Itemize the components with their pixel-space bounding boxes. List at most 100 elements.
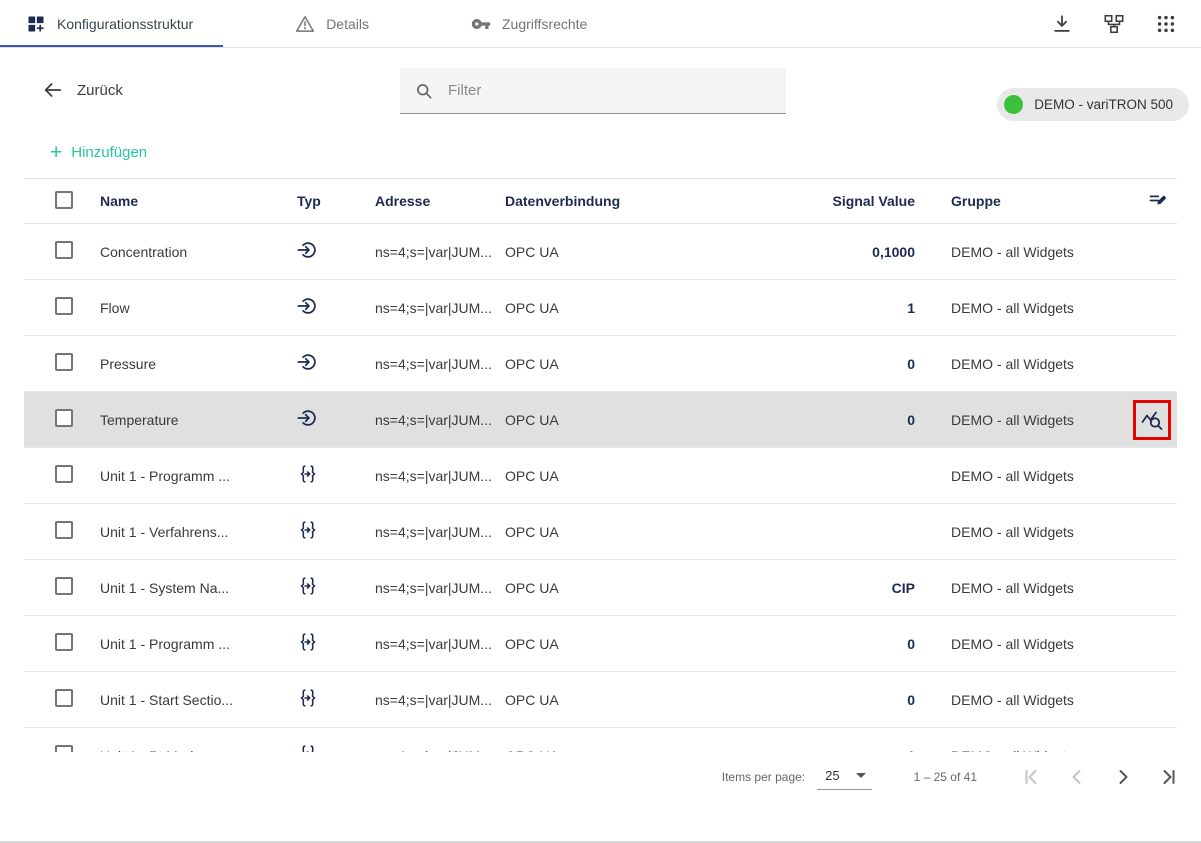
row-checkbox[interactable] [55, 297, 73, 315]
table-row[interactable]: Concentration ns=4;s=|var|JUM... OPC UA … [24, 224, 1177, 280]
signal-analysis-icon[interactable] [1140, 408, 1164, 432]
widgets-icon [26, 14, 46, 34]
row-checkbox[interactable] [55, 745, 73, 752]
cell-gruppe: DEMO - all Widgets [915, 468, 1130, 484]
cell-name: Pressure [100, 356, 285, 372]
add-button[interactable]: + Hinzufügen [44, 143, 153, 162]
tab-details[interactable]: Details [269, 0, 399, 47]
header-gruppe: Gruppe [915, 193, 1130, 209]
cell-datenverbindung: OPC UA [505, 692, 790, 708]
cell-gruppe: DEMO - all Widgets [915, 524, 1130, 540]
signals-table: Name Typ Adresse Datenverbindung Signal … [24, 178, 1177, 752]
tab-label: Zugriffsrechte [502, 16, 587, 32]
select-all-checkbox[interactable] [55, 191, 73, 209]
search-icon [414, 81, 434, 101]
cell-gruppe: DEMO - all Widgets [915, 580, 1130, 596]
table-row[interactable]: Unit 1 - Verfahrens... ns=4;s=|var|JUM..… [24, 504, 1177, 560]
string-input-icon [297, 463, 319, 485]
row-checkbox[interactable] [55, 689, 73, 707]
row-checkbox[interactable] [55, 465, 73, 483]
back-button[interactable]: Zurück [36, 78, 129, 102]
table-row[interactable]: Unit 1 - Start Sectio... ns=4;s=|var|JUM… [24, 672, 1177, 728]
cell-name: Concentration [100, 244, 285, 260]
last-page-icon [1157, 765, 1181, 789]
device-badge[interactable]: DEMO - variTRON 500 [997, 88, 1189, 121]
cell-typ [285, 687, 375, 712]
cell-actions [1130, 400, 1177, 440]
filter-input[interactable] [446, 81, 772, 100]
tab-label: Konfigurationsstruktur [57, 16, 193, 32]
cell-gruppe: DEMO - all Widgets [915, 244, 1130, 260]
tab-zugriffsrechte[interactable]: Zugriffsrechte [445, 0, 617, 47]
cell-datenverbindung: OPC UA [505, 412, 790, 428]
tab-konfigurationsstruktur[interactable]: Konfigurationsstruktur [0, 0, 223, 47]
download-button[interactable] [1049, 11, 1075, 37]
cell-signal-value: CIP [790, 580, 915, 596]
cell-typ [285, 743, 375, 752]
topbar-actions [1049, 0, 1201, 47]
row-checkbox[interactable] [55, 577, 73, 595]
cell-name: Unit 1 - Programm ... [100, 468, 285, 484]
cell-adresse: ns=4;s=|var|JUM... [375, 412, 505, 428]
items-per-page-label: Items per page: [722, 770, 805, 784]
cell-typ [285, 631, 375, 656]
pagination-bar: Items per page: 25 1 – 25 of 41 [0, 752, 1201, 802]
toolbar: Zurück DEMO - variTRON 500 [0, 48, 1201, 123]
chevron-left-icon [1065, 765, 1089, 789]
cell-signal-value: 0 [790, 692, 915, 708]
chevron-down-icon [856, 773, 866, 778]
cell-typ [285, 463, 375, 488]
table-header-row: Name Typ Adresse Datenverbindung Signal … [24, 178, 1177, 224]
cell-adresse: ns=4;s=|var|JUM... [375, 356, 505, 372]
cell-name: Unit 1 - Start Sectio... [100, 692, 285, 708]
cell-typ [285, 351, 375, 376]
first-page-icon [1019, 765, 1043, 789]
string-input-icon [297, 519, 319, 541]
analog-input-icon [297, 295, 319, 317]
header-name: Name [100, 193, 285, 209]
row-checkbox[interactable] [55, 521, 73, 539]
row-checkbox[interactable] [55, 633, 73, 651]
cell-gruppe: DEMO - all Widgets [915, 300, 1130, 316]
items-per-page-select[interactable]: 25 [817, 765, 871, 790]
apps-grid-button[interactable] [1153, 11, 1179, 37]
table-row[interactable]: Unit 1 - Pt Mod... ns=4;s=|var|JUM... OP… [24, 728, 1177, 752]
table-row[interactable]: Pressure ns=4;s=|var|JUM... OPC UA 0 DEM… [24, 336, 1177, 392]
cell-typ [285, 407, 375, 432]
table-row[interactable]: Unit 1 - Programm ... ns=4;s=|var|JUM...… [24, 448, 1177, 504]
cell-name: Flow [100, 300, 285, 316]
string-input-icon [297, 631, 319, 653]
edit-columns-icon [1147, 190, 1169, 212]
row-checkbox[interactable] [55, 353, 73, 371]
cell-adresse: ns=4;s=|var|JUM... [375, 636, 505, 652]
cell-typ [285, 575, 375, 600]
analog-input-icon [297, 407, 319, 429]
cell-datenverbindung: OPC UA [505, 356, 790, 372]
hierarchy-icon [1103, 13, 1125, 35]
cell-datenverbindung: OPC UA [505, 636, 790, 652]
hierarchy-button[interactable] [1101, 11, 1127, 37]
table-body: Concentration ns=4;s=|var|JUM... OPC UA … [24, 224, 1177, 752]
row-checkbox[interactable] [55, 241, 73, 259]
cell-adresse: ns=4;s=|var|JUM... [375, 524, 505, 540]
back-arrow-icon [42, 79, 64, 101]
edit-columns-button[interactable] [1145, 188, 1171, 214]
cell-typ [285, 239, 375, 264]
app-root: Konfigurationsstruktur Details [0, 0, 1201, 802]
next-page-button[interactable] [1109, 763, 1137, 791]
analog-input-icon [297, 351, 319, 373]
table-row[interactable]: Unit 1 - System Na... ns=4;s=|var|JUM...… [24, 560, 1177, 616]
back-label: Zurück [77, 82, 123, 99]
table-row[interactable]: Unit 1 - Programm ... ns=4;s=|var|JUM...… [24, 616, 1177, 672]
tab-label: Details [326, 16, 369, 32]
items-per-page-value: 25 [825, 768, 839, 783]
apps-grid-icon [1155, 13, 1177, 35]
cell-name: Unit 1 - Programm ... [100, 636, 285, 652]
row-checkbox[interactable] [55, 409, 73, 427]
string-input-icon [297, 687, 319, 709]
table-row[interactable]: Flow ns=4;s=|var|JUM... OPC UA 1 DEMO - … [24, 280, 1177, 336]
cell-adresse: ns=4;s=|var|JUM... [375, 580, 505, 596]
cell-name: Unit 1 - System Na... [100, 580, 285, 596]
last-page-button[interactable] [1155, 763, 1183, 791]
table-row[interactable]: Temperature ns=4;s=|var|JUM... OPC UA 0 … [24, 392, 1177, 448]
